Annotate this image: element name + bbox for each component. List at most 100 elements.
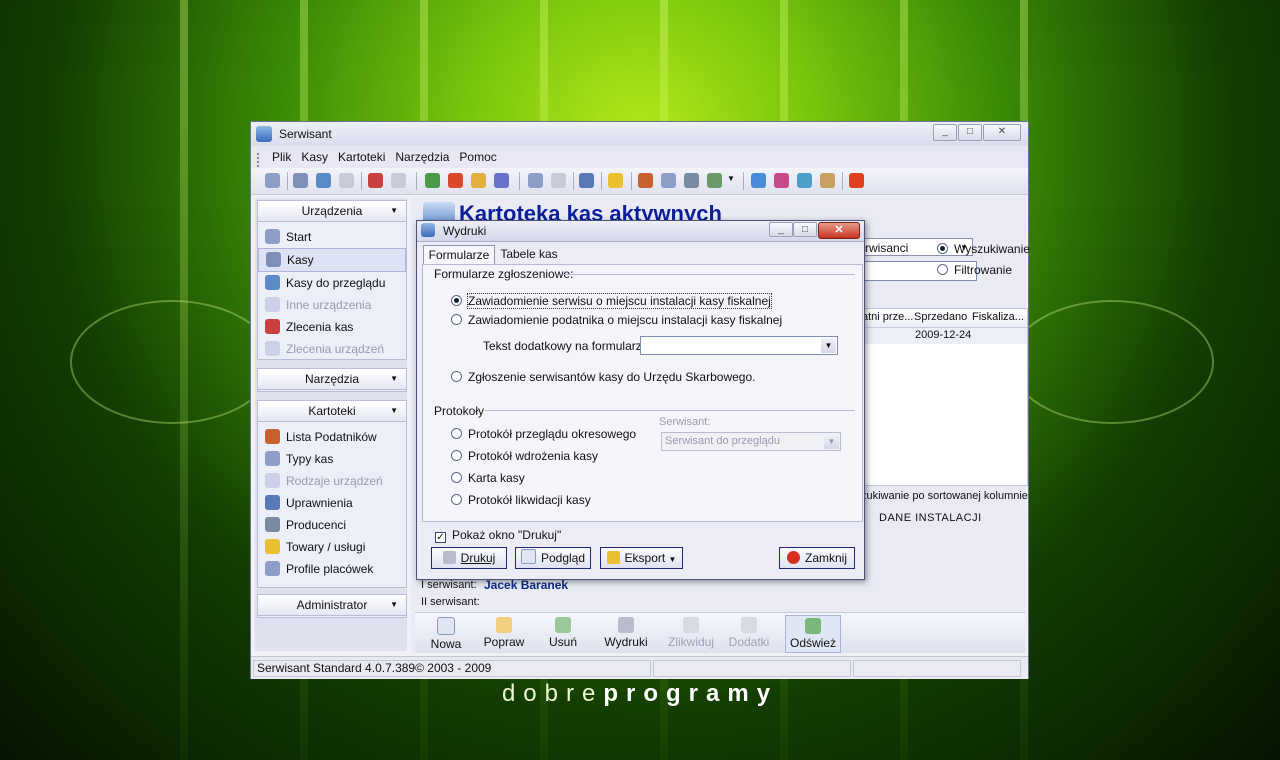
recycle-icon: [555, 617, 571, 633]
add-icon[interactable]: [425, 173, 440, 188]
serwisant2-label: II serwisant:: [421, 596, 480, 608]
menu-plik[interactable]: Plik: [272, 150, 291, 164]
sidebar-group-header[interactable]: Narzędzia ▼: [258, 369, 406, 390]
title-bar: Serwisant _ □ ✕: [251, 122, 1028, 147]
profile-icon[interactable]: [661, 173, 676, 188]
copy-icon[interactable]: [471, 173, 486, 188]
permissions-icon[interactable]: [579, 173, 594, 188]
sidebar-item-lista-podatnikow[interactable]: Lista Podatników: [258, 426, 406, 448]
close-dialog-button[interactable]: ✕: [818, 222, 860, 239]
tab-formularze[interactable]: Formularze: [423, 245, 495, 265]
dialog-title: Wydruki: [443, 224, 487, 238]
goods-icon[interactable]: [608, 173, 623, 188]
sidebar-item-inne-urzadzenia: Inne urządzenia: [258, 294, 406, 316]
group-icon[interactable]: [494, 173, 509, 188]
sidebar-item-kasy-do-przegladu[interactable]: Kasy do przeglądu: [258, 272, 406, 294]
radio-wyszukiwanie[interactable]: Wyszukiwanie: [937, 242, 1030, 256]
export-button[interactable]: Eksport ▼: [600, 547, 683, 569]
edit-icon[interactable]: [448, 173, 463, 188]
column-header[interactable]: atni prze...: [862, 311, 913, 323]
liquidate-button: Zlikwiduj: [663, 615, 719, 651]
minimize-button[interactable]: _: [769, 222, 793, 237]
registers-table: atni prze... Sprzedano Fiskaliza... 2009…: [861, 308, 1028, 486]
menu-pomoc[interactable]: Pomoc: [459, 150, 496, 164]
home-icon[interactable]: [265, 173, 280, 188]
extra-text-combo[interactable]: ▼: [640, 336, 838, 355]
menu-kartoteki[interactable]: Kartoteki: [338, 150, 385, 164]
chart-icon[interactable]: [774, 173, 789, 188]
menu-narzedzia[interactable]: Narzędzia: [395, 150, 449, 164]
delete-button[interactable]: Usuń: [541, 615, 585, 651]
printer-icon: [442, 551, 456, 564]
panel-title: DANE INSTALACJI: [879, 512, 982, 524]
edit-button[interactable]: Popraw: [477, 615, 531, 651]
menu-kasy[interactable]: Kasy: [301, 150, 328, 164]
print-button[interactable]: Drukuj: [431, 547, 507, 569]
refresh-button[interactable]: Odśwież: [785, 615, 841, 653]
column-header[interactable]: Sprzedano: [914, 311, 967, 323]
status-panel: [853, 660, 1021, 677]
chevron-down-icon: ▼: [668, 555, 677, 564]
new-icon: [437, 617, 455, 635]
exit-icon[interactable]: [849, 173, 864, 188]
register-icon[interactable]: [293, 173, 308, 188]
dialog-title-bar: Wydruki _ □ ✕: [417, 221, 864, 242]
radio-zawiadomienie-serwisu[interactable]: Zawiadomienie serwisu o miejscu instalac…: [451, 293, 772, 309]
preview-button[interactable]: Podgląd: [515, 547, 591, 569]
device-order-icon[interactable]: [391, 173, 406, 188]
radio-zgloszenie-serwisantow[interactable]: Zgłoszenie serwisantów kasy do Urzędu Sk…: [451, 370, 755, 384]
people-icon[interactable]: [638, 173, 653, 188]
handshake-icon[interactable]: [707, 173, 722, 188]
sidebar-item-producenci[interactable]: Producenci: [258, 514, 406, 536]
inspect-icon[interactable]: [316, 173, 331, 188]
calendar-icon[interactable]: [751, 173, 766, 188]
print-dialog: Wydruki _ □ ✕ Formularze Tabele kas Form…: [416, 220, 865, 580]
radio-protokol-przegladu[interactable]: Protokół przeglądu okresowego: [451, 427, 636, 441]
radio-karta-kasy[interactable]: Karta kasy: [451, 471, 525, 485]
sidebar-item-zlecenia-kas[interactable]: Zlecenia kas: [258, 316, 406, 338]
print-button[interactable]: Wydruki: [599, 615, 653, 651]
order-icon: [265, 319, 280, 334]
maximize-button[interactable]: □: [958, 124, 982, 141]
radio-zawiadomienie-podatnika[interactable]: Zawiadomienie podatnika o miejscu instal…: [451, 313, 782, 327]
sidebar-group-header[interactable]: Urządzenia ▼: [258, 201, 406, 222]
order-icon[interactable]: [368, 173, 383, 188]
serwisant-combo: Serwisant do przeglądu ▼: [661, 432, 841, 451]
list-icon[interactable]: [528, 173, 543, 188]
close-icon: [786, 551, 800, 564]
sidebar-item-typy-kas[interactable]: Typy kas: [258, 448, 406, 470]
sidebar-group-kartoteki: Kartoteki ▼ Lista Podatników Typy kas Rod…: [257, 400, 407, 588]
printer-icon: [618, 617, 634, 633]
table-row[interactable]: 2009-12-24: [862, 328, 1027, 344]
tools-icon[interactable]: [684, 173, 699, 188]
column-header[interactable]: Fiskaliza...: [972, 311, 1024, 323]
close-button[interactable]: Zamknij: [779, 547, 855, 569]
serwisant1-label: I serwisant:: [421, 579, 477, 591]
minimize-button[interactable]: _: [933, 124, 957, 141]
sidebar-item-start[interactable]: Start: [258, 226, 406, 248]
close-window-button[interactable]: ✕: [983, 124, 1021, 141]
tree-icon: [265, 473, 280, 488]
radio-filtrowanie[interactable]: Filtrowanie: [937, 263, 1012, 277]
sidebar-item-uprawnienia[interactable]: Uprawnienia: [258, 492, 406, 514]
maximize-button[interactable]: □: [793, 222, 817, 237]
device-icon[interactable]: [339, 173, 354, 188]
serwisant1-value: Jacek Baranek: [484, 578, 569, 592]
show-print-window-checkbox[interactable]: ✓ Pokaż okno "Drukuj": [435, 528, 561, 543]
sidebar-group-header[interactable]: Kartoteki ▼: [258, 401, 406, 422]
tree-icon[interactable]: [551, 173, 566, 188]
dropdown-arrow-icon[interactable]: ▼: [727, 174, 735, 183]
sidebar-item-profile-placowek[interactable]: Profile placówek: [258, 558, 406, 580]
sidebar-group-urzadzenia: Urządzenia ▼ Start Kasy Kasy do przeglądu…: [257, 200, 407, 360]
radio-protokol-likwidacji[interactable]: Protokół likwidacji kasy: [451, 493, 591, 507]
sidebar-item-kasy[interactable]: Kasy: [258, 248, 406, 272]
liquidate-icon: [683, 617, 699, 633]
sidebar-item-towary-uslugi[interactable]: Towary / usługi: [258, 536, 406, 558]
radio-protokol-wdrozenia[interactable]: Protokół wdrożenia kasy: [451, 449, 598, 463]
sidebar-group-header[interactable]: Administrator ▼: [258, 595, 406, 616]
tab-tabele-kas[interactable]: Tabele kas: [495, 245, 563, 264]
new-button[interactable]: Nowa: [423, 615, 469, 651]
window-title: Serwisant: [279, 127, 332, 141]
calculator-icon[interactable]: [820, 173, 835, 188]
globe-icon[interactable]: [797, 173, 812, 188]
